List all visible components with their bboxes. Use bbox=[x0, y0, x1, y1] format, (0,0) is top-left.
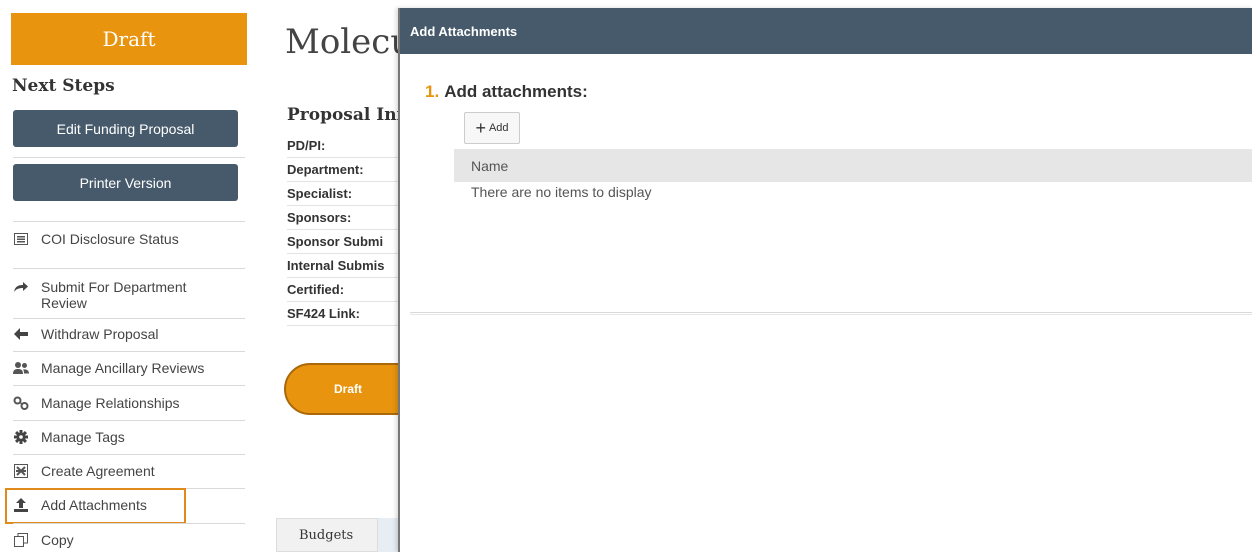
gear-icon bbox=[13, 429, 29, 445]
field-label: Sponsors: bbox=[287, 206, 402, 230]
action-label: Manage Tags bbox=[41, 429, 125, 445]
field-label: Internal Submis bbox=[287, 254, 402, 278]
add-attachment-button[interactable]: + Add bbox=[464, 112, 520, 144]
action-manage-tags[interactable]: Manage Tags bbox=[11, 429, 247, 445]
divider bbox=[13, 454, 245, 455]
printer-version-button[interactable]: Printer Version bbox=[13, 164, 238, 201]
table-header: Name bbox=[454, 149, 1252, 182]
step-label: Add attachments: bbox=[444, 82, 588, 101]
next-steps-heading: Next Steps bbox=[12, 76, 115, 96]
field-label: Department: bbox=[287, 158, 402, 182]
agreement-icon bbox=[13, 463, 29, 479]
field-label: Sponsor Submi bbox=[287, 230, 402, 254]
field-label: Certified: bbox=[287, 278, 402, 302]
users-icon bbox=[13, 360, 29, 376]
divider bbox=[13, 385, 245, 386]
action-create-agreement[interactable]: Create Agreement bbox=[11, 463, 247, 479]
divider bbox=[13, 420, 245, 421]
sidebar: Draft Next Steps Edit Funding Proposal P… bbox=[0, 0, 250, 552]
copy-icon bbox=[13, 532, 29, 548]
action-label: Submit For Department Review bbox=[41, 279, 187, 311]
action-submit-for-department-review[interactable]: Submit For Department Review bbox=[11, 279, 211, 311]
section-title: Proposal Info bbox=[287, 105, 416, 125]
action-label: Withdraw Proposal bbox=[41, 326, 159, 342]
divider bbox=[13, 157, 245, 158]
divider bbox=[13, 268, 245, 269]
add-button-label: Add bbox=[488, 122, 509, 134]
empty-table-message: There are no items to display bbox=[471, 184, 652, 200]
action-label: COI Disclosure Status bbox=[41, 231, 179, 247]
list-icon bbox=[13, 231, 29, 247]
action-label: Manage Ancillary Reviews bbox=[41, 360, 205, 376]
modal-title: Add Attachments bbox=[410, 23, 518, 39]
share-arrow-icon bbox=[13, 279, 29, 295]
field-label: SF424 Link: bbox=[287, 302, 402, 326]
action-label: Manage Relationships bbox=[41, 395, 180, 411]
arrow-left-icon bbox=[13, 326, 29, 342]
action-label: Create Agreement bbox=[41, 463, 155, 479]
divider bbox=[13, 221, 245, 222]
add-attachments-modal: Add Attachments 1. Add attachments: + Ad… bbox=[398, 8, 1252, 552]
step-heading: 1. Add attachments: bbox=[425, 82, 588, 102]
edit-funding-proposal-button[interactable]: Edit Funding Proposal bbox=[13, 110, 238, 147]
divider bbox=[13, 318, 245, 319]
action-manage-ancillary-reviews[interactable]: Manage Ancillary Reviews bbox=[11, 360, 247, 376]
field-label: PD/PI: bbox=[287, 134, 402, 158]
tab-budgets[interactable]: Budgets bbox=[276, 518, 378, 552]
relationship-icon bbox=[13, 395, 29, 411]
step-number: 1. bbox=[425, 82, 440, 101]
field-label: Specialist: bbox=[287, 182, 402, 206]
divider bbox=[13, 523, 245, 524]
plus-icon: + bbox=[475, 118, 486, 138]
column-header-name[interactable]: Name bbox=[471, 158, 508, 174]
action-coi-disclosure-status[interactable]: COI Disclosure Status bbox=[11, 231, 247, 247]
action-label: Copy bbox=[41, 532, 74, 548]
highlight-box bbox=[5, 488, 186, 524]
action-manage-relationships[interactable]: Manage Relationships bbox=[11, 395, 247, 411]
page-title: Molecu bbox=[285, 22, 413, 62]
divider bbox=[410, 312, 1252, 315]
divider bbox=[13, 351, 245, 352]
action-withdraw-proposal[interactable]: Withdraw Proposal bbox=[11, 326, 247, 342]
modal-header: Add Attachments bbox=[400, 8, 1252, 54]
status-badge: Draft bbox=[11, 13, 247, 65]
tab-partial[interactable] bbox=[378, 518, 400, 552]
action-copy[interactable]: Copy bbox=[11, 532, 247, 548]
